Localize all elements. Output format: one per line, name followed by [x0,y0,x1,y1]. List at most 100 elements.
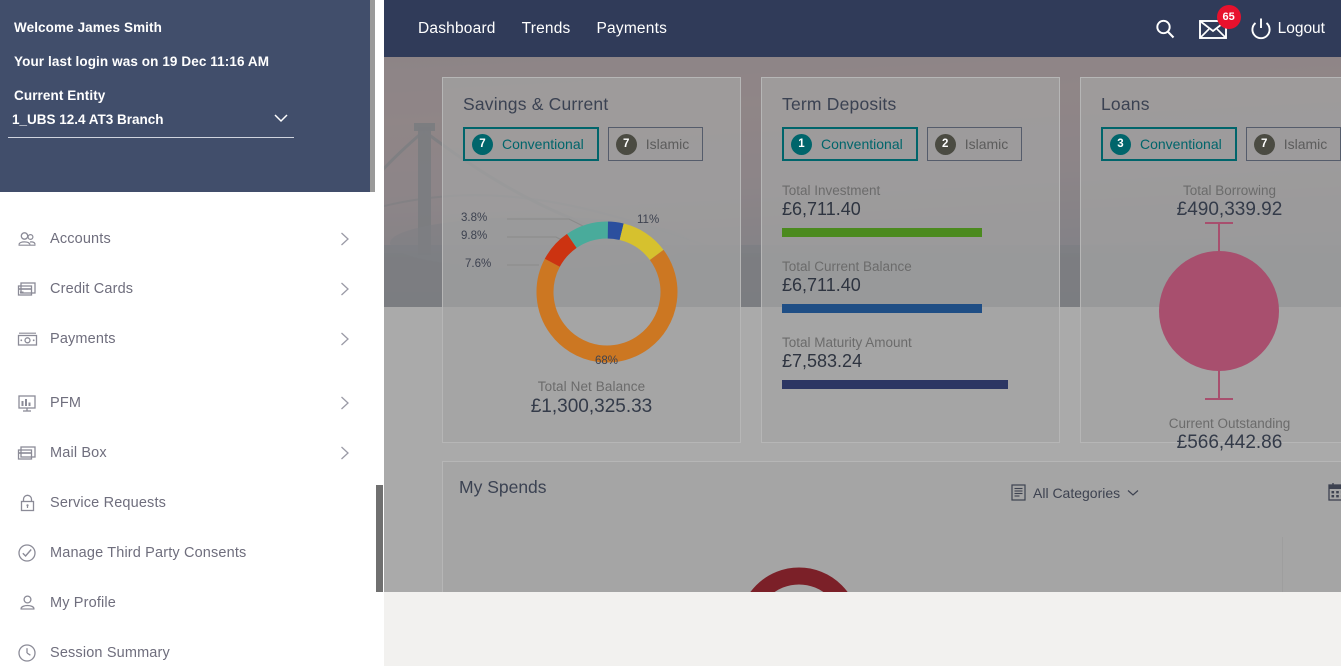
header-actions: 65 Logout [1153,0,1325,57]
category-filter-label: All Categories [1033,484,1121,501]
sidebar-item-label: Mail Box [50,445,107,461]
sidebar-item-manage-third-party-consents[interactable]: Manage Third Party Consents [0,528,380,578]
check-circle-icon [14,542,40,564]
donut-label-68: 68% [595,355,619,367]
sidebar-item-label: Accounts [50,231,111,247]
sidebar-item-service-requests[interactable]: Service Requests [0,478,380,528]
accounts-icon [14,228,40,250]
sidebar-scrollbar-edge [370,0,375,192]
tab-label: Conventional [1140,136,1222,152]
chevron-down-icon [274,114,288,123]
sidebar-item-mail-box[interactable]: Mail Box [0,428,380,478]
card-title: Loans [1101,94,1150,114]
sidebar-header: Welcome James Smith Your last login was … [0,0,380,192]
mail-unread-badge: 65 [1216,4,1241,29]
footer-label: Total Net Balance [537,379,646,394]
tab-conventional[interactable]: 1 Conventional [782,127,918,161]
lock-icon [14,492,40,514]
chevron-right-icon [341,232,349,246]
tab-count-badge: 2 [934,133,956,155]
left-sidebar: Welcome James Smith Your last login was … [0,0,380,666]
card-title: Savings & Current [463,94,609,114]
clock-icon [14,642,40,664]
dashboard-page: Savings & Current 7 Conventional 7 Islam… [0,0,1341,666]
metric-label: Total Maturity Amount [782,335,912,350]
tab-count-badge: 1 [791,133,812,155]
sidebar-item-session-summary[interactable]: Session Summary [0,628,380,666]
tab-label: Islamic [1283,136,1328,152]
nav-dashboard[interactable]: Dashboard [418,20,496,38]
donut-label-11: 11% [637,214,660,226]
sidebar-item-pfm[interactable]: PFM [0,378,380,428]
sidebar-item-label: My Profile [50,595,116,611]
sidebar-item-label: Credit Cards [50,281,134,297]
tab-islamic[interactable]: 7 Islamic [607,127,704,161]
tab-conventional[interactable]: 3 Conventional [1101,127,1237,161]
nav-payments[interactable]: Payments [597,20,668,38]
tab-count-badge: 7 [472,133,493,155]
tab-islamic[interactable]: 7 Islamic [1245,127,1341,161]
tab-count-badge: 7 [615,133,637,155]
metric-total-maturity-amount: Total Maturity Amount £7,583.24 [782,335,1039,389]
chevron-right-icon [341,396,349,410]
segment-tabs: 7 Conventional 7 Islamic [463,127,720,161]
card-term-deposits: Term Deposits 1 Conventional 2 Islamic T… [761,77,1060,443]
sidebar-item-label: Service Requests [50,495,167,511]
metric-bar [782,304,983,313]
tab-label: Conventional [502,136,584,152]
chevron-right-icon [341,332,349,346]
sidebar-item-label: Manage Third Party Consents [50,545,247,561]
spends-title: My Spends [459,477,547,497]
card-loans: Loans 3 Conventional 7 Islamic Total Bor… [1080,77,1341,453]
segment-tabs: 3 Conventional 7 Islamic [1101,127,1341,161]
sidebar-item-payments[interactable]: Payments [0,314,380,364]
footer-value: £1,300,325.33 [530,396,653,417]
chevron-right-icon [341,282,349,296]
savings-footer: Total Net Balance £1,300,325.33 [443,379,740,418]
last-login-message: Your last login was on 19 Dec 11:16 AM [14,54,270,69]
sidebar-item-label: Payments [50,331,116,347]
tab-count-badge: 7 [1253,133,1275,155]
savings-donut-chart: 3.8% 9.8% 7.6% 11% 68% [459,187,719,377]
metric-bar [782,228,983,237]
segment-tabs: 1 Conventional 2 Islamic [782,127,1039,161]
donut-label-9-8: 9.8% [461,230,488,242]
nav-trends[interactable]: Trends [522,20,571,38]
loan-top-label: Total Borrowing [1182,183,1277,198]
sidebar-scrollbar-thumb[interactable] [376,485,383,592]
donut-svg [507,218,678,363]
tab-islamic[interactable]: 2 Islamic [926,127,1023,161]
top-header: Dashboard Trends Payments 65 Logout [380,0,1341,57]
loan-top-value: £490,339.92 [1176,199,1283,220]
logout-button[interactable]: Logout [1249,17,1325,41]
sidebar-item-credit-cards[interactable]: Credit Cards [0,264,380,314]
entity-dropdown[interactable]: 1_UBS 12.4 AT3 Branch [8,112,294,138]
tab-conventional[interactable]: 7 Conventional [463,127,599,161]
mail-icon[interactable]: 65 [1198,4,1241,40]
spends-divider [1282,537,1283,592]
power-icon [1251,18,1271,39]
summary-card-row: Savings & Current 7 Conventional 7 Islam… [442,77,1341,453]
donut-label-3-8: 3.8% [461,212,488,224]
calendar-icon[interactable] [1328,482,1341,506]
main-content-area: Savings & Current 7 Conventional 7 Islam… [380,57,1341,592]
top-navigation: Dashboard Trends Payments [418,20,667,38]
mailbox-icon [14,442,40,464]
list-document-icon [1011,484,1026,501]
search-icon[interactable] [1153,17,1177,41]
card-savings-current: Savings & Current 7 Conventional 7 Islam… [442,77,741,443]
metric-bar [782,380,1009,389]
tab-count-badge: 3 [1110,133,1131,155]
sidebar-nav: Accounts Credit Cards Payments PFM Mail … [0,192,380,666]
loan-bottom-value: £566,442.86 [1176,432,1283,453]
tab-label: Islamic [645,136,690,152]
metric-label: Total Investment [782,183,881,198]
sidebar-item-accounts[interactable]: Accounts [0,214,380,264]
category-filter[interactable]: All Categories [1011,484,1139,501]
current-entity-label: Current Entity [14,88,106,103]
sidebar-item-my-profile[interactable]: My Profile [0,578,380,628]
credit-card-icon [14,278,40,300]
entity-dropdown-value: 1_UBS 12.4 AT3 Branch [12,112,164,127]
logout-label: Logout [1277,19,1325,37]
